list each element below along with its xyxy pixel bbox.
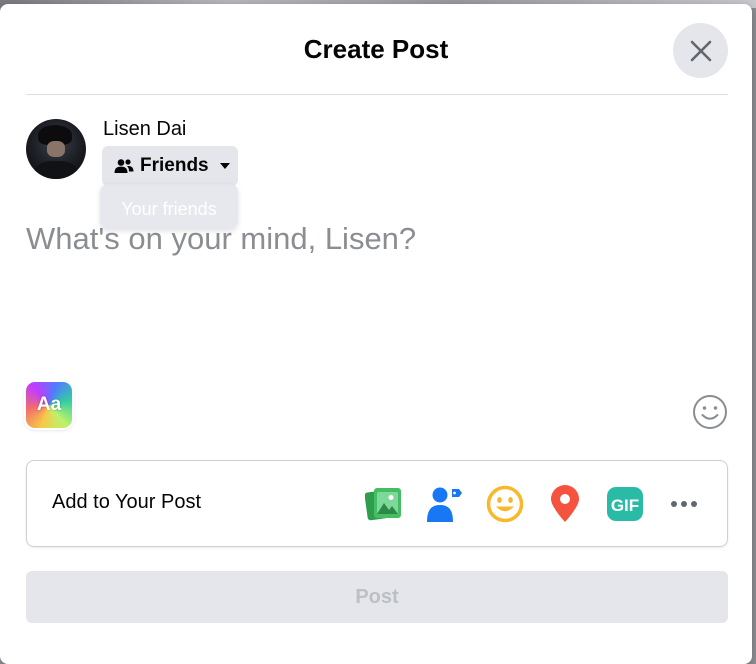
close-icon [690,40,711,61]
emoji-button[interactable] [692,394,728,430]
caret-down-icon [219,163,230,169]
tag-people-button[interactable] [424,484,464,524]
add-to-post-label: Add to Your Post [52,491,202,513]
user-name[interactable]: Lisen Dai [103,118,186,141]
dialog-title: Create Post [303,34,449,64]
check-in-button[interactable] [545,484,585,524]
smiley-icon [693,395,727,429]
photo-video-button[interactable] [364,484,404,524]
audience-selector-button[interactable]: Friends [102,146,238,186]
background-picker-label: Aa [36,394,62,415]
gif-button[interactable]: GIF [605,484,645,524]
photo-video-icon [365,488,401,521]
background-picker-button[interactable]: Aa [26,382,72,428]
feeling-activity-button[interactable] [485,484,525,524]
gif-icon: GIF [607,487,643,521]
header-divider [26,94,728,95]
tag-people-icon [427,487,462,522]
more-icon [671,501,697,507]
dialog-header: Create Post [0,4,752,94]
close-button[interactable] [673,23,728,78]
friends-icon [114,159,134,173]
feeling-activity-icon [486,485,524,523]
create-post-dialog: Create Post Lisen Dai Friends Your frien… [0,4,752,664]
post-button[interactable]: Post [26,571,728,623]
avatar[interactable] [26,119,86,179]
add-to-post-panel: Add to Your Post GIF [26,460,728,547]
svg-text:GIF: GIF [611,496,639,515]
more-options-button[interactable] [664,484,704,524]
post-text-input[interactable] [26,214,726,264]
audience-label: Friends [140,155,209,176]
check-in-icon [551,485,579,522]
